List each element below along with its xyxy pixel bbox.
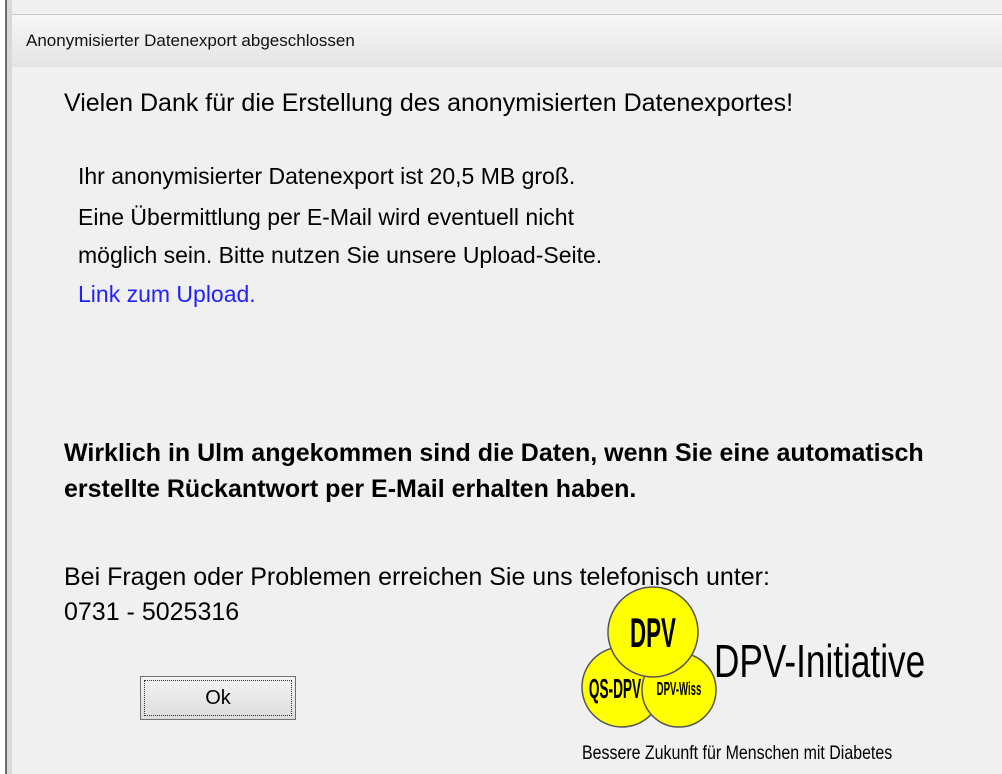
thanks-heading: Vielen Dank für die Erstellung des anony… <box>64 89 794 117</box>
window-title: Anonymisierter Datenexport abgeschlossen <box>26 31 355 50</box>
phone-number: 0731 - 5025316 <box>64 598 240 626</box>
export-size-text: Ihr anonymisierter Datenexport ist 20,5 … <box>78 163 576 189</box>
email-warning-line2: möglich sein. Bitte nutzen Sie unsere Up… <box>78 242 603 268</box>
dialog-window: Anonymisierter Datenexport abgeschlossen… <box>0 0 1002 774</box>
email-warning-line1: Eine Übermittlung per E-Mail wird eventu… <box>78 204 574 230</box>
confirmation-notice: Wirklich in Ulm angekommen sind die Date… <box>64 439 924 503</box>
title-bar[interactable]: Anonymisierter Datenexport abgeschlossen <box>12 14 1002 68</box>
logo-dpv-text: DPV <box>630 611 676 657</box>
dpv-initiative-logo: DPV QS-DPV DPV-Wiss DPV-Initiative Besse… <box>581 586 925 764</box>
upload-link[interactable]: Link zum Upload. <box>78 281 256 308</box>
window-left-edge <box>0 0 12 774</box>
ok-button[interactable]: Ok <box>140 676 296 720</box>
logo-dpv-wiss-text: DPV-Wiss <box>657 680 702 700</box>
dialog-content: Vielen Dank für die Erstellung des anony… <box>12 67 1002 774</box>
logo-qs-dpv-text: QS-DPV <box>589 673 642 705</box>
logo-brand-text: DPV-Initiative <box>714 635 925 687</box>
logo-tagline: Bessere Zukunft für Menschen mit Diabete… <box>582 742 892 764</box>
